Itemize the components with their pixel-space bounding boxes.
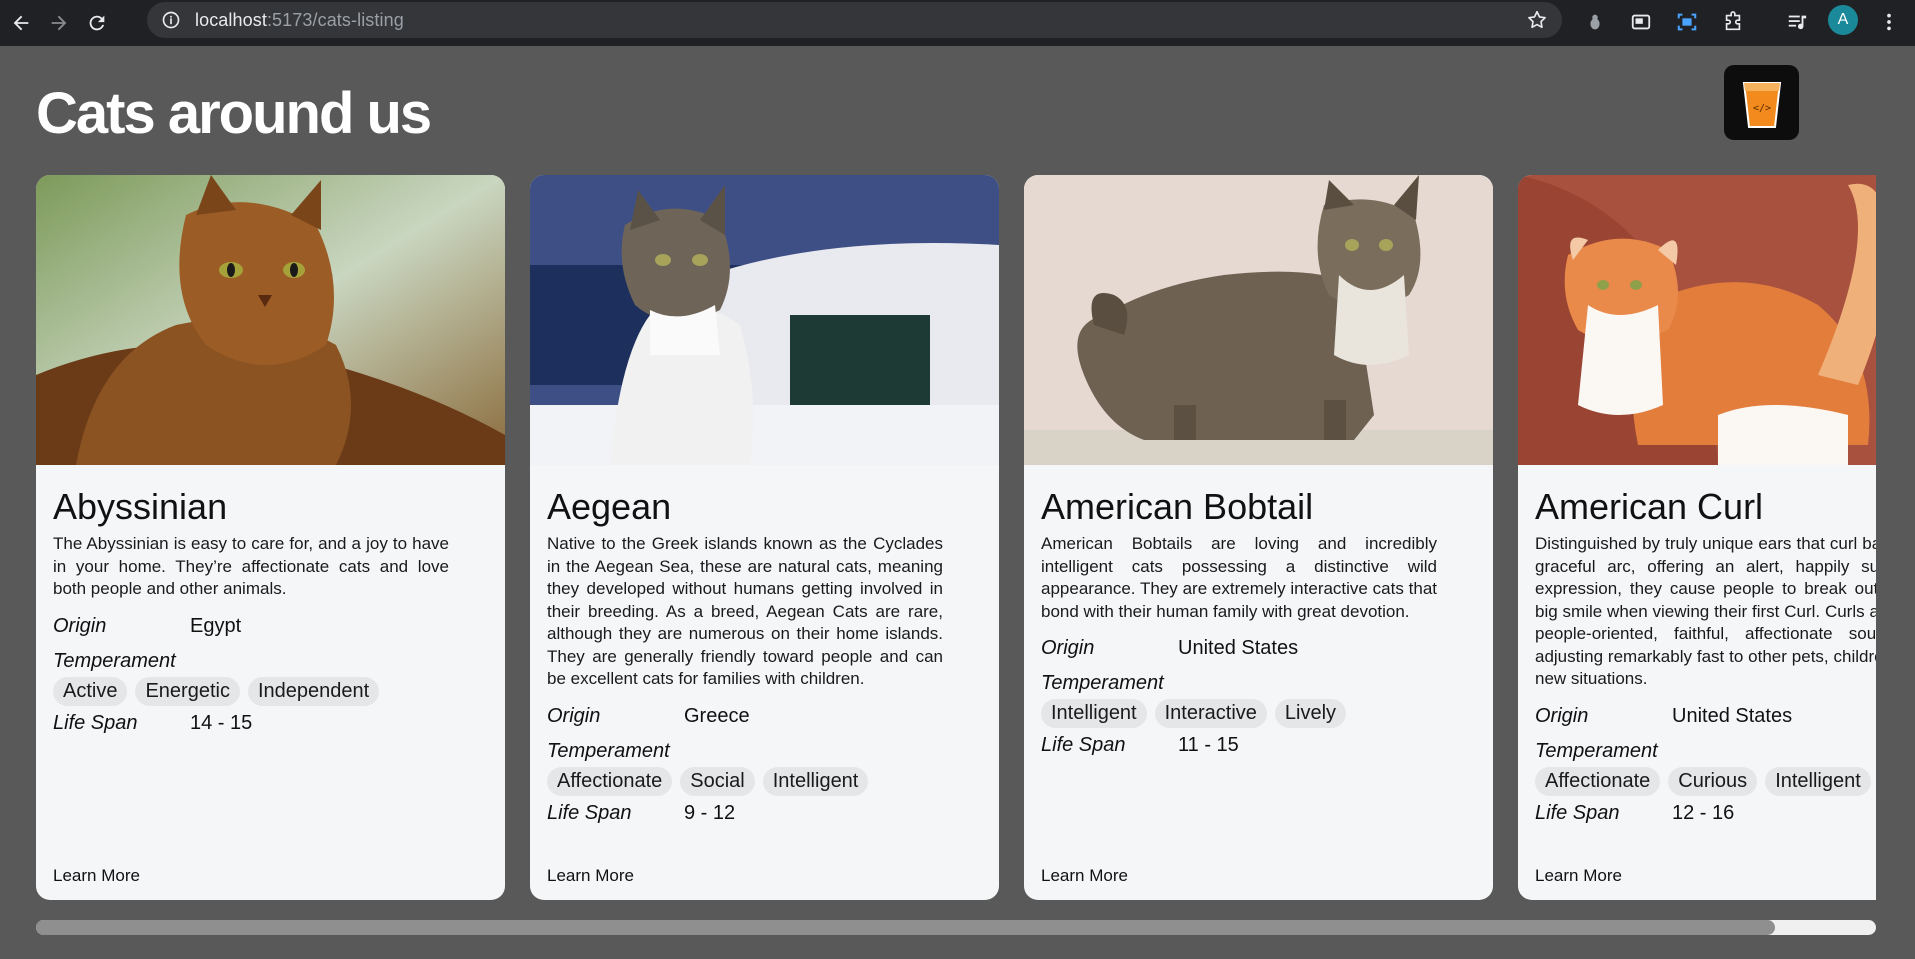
back-icon[interactable] — [4, 6, 38, 40]
origin-label: Origin — [53, 614, 107, 637]
cat-card: American Curl Distinguished by truly uni… — [1518, 175, 1876, 900]
bookmark-star-icon[interactable] — [1526, 9, 1548, 31]
browser-menu-icon[interactable] — [1872, 5, 1906, 39]
temperament-chip: Intelligent — [1041, 699, 1147, 728]
origin-value: United States — [1178, 637, 1299, 659]
screenshot-extension-icon[interactable] — [1670, 5, 1704, 39]
origin-label: Origin — [1041, 637, 1095, 659]
learn-more-link[interactable]: Learn More — [1041, 866, 1128, 886]
scrollbar-thumb[interactable] — [36, 920, 1775, 935]
temperament-label: Temperament — [1041, 672, 1164, 694]
life-span-label: Life Span — [1041, 734, 1126, 756]
life-span-value: 12 - 16 — [1672, 801, 1735, 824]
origin-value: United States — [1672, 704, 1793, 727]
temperament-chips: Intelligent Interactive Lively — [1041, 699, 1437, 728]
life-span-value: 11 - 15 — [1178, 734, 1239, 756]
reload-icon[interactable] — [80, 6, 114, 40]
cat-card: Abyssinian The Abyssinian is easy to car… — [36, 175, 505, 900]
cat-description: The Abyssinian is easy to care for, and … — [53, 534, 449, 598]
temperament-chip: Independent — [247, 676, 380, 706]
origin-label: Origin — [1535, 704, 1589, 727]
profile-avatar[interactable]: A — [1828, 5, 1858, 35]
life-span-value: 14 - 15 — [190, 711, 253, 734]
learn-more-link[interactable]: Learn More — [1535, 866, 1622, 886]
temperament-chips: Affectionate Social Intelligent — [547, 766, 943, 796]
cat-photo-american-curl — [1518, 175, 1876, 465]
origin-value: Greece — [684, 704, 750, 727]
temperament-chips: Active Energetic Independent — [53, 676, 449, 706]
temperament-chip: Interactive — [1154, 699, 1267, 728]
url-text: localhost:5173/cats-listing — [195, 9, 404, 30]
life-span-label: Life Span — [1535, 801, 1620, 824]
cat-name: Aegean — [547, 486, 672, 527]
cat-photo-aegean — [530, 175, 999, 465]
origin-label: Origin — [547, 704, 601, 727]
cat-name: Abyssinian — [53, 486, 228, 527]
temperament-chip: Social — [680, 766, 755, 796]
cat-card: American Bobtail American Bobtails are l… — [1024, 175, 1493, 900]
temperament-chip: Affectionate — [547, 766, 673, 796]
temperament-chip: Lively — [1274, 699, 1347, 728]
temperament-chip: Active — [53, 676, 128, 706]
cats-carousel[interactable]: Abyssinian The Abyssinian is easy to car… — [36, 175, 1876, 900]
site-info-icon[interactable] — [161, 10, 181, 30]
cat-description: American Bobtails are loving and incredi… — [1041, 534, 1437, 621]
temperament-chip: Curious — [1668, 766, 1758, 796]
extension-bug-icon[interactable] — [1578, 5, 1612, 39]
temperament-chip: Intelligent — [762, 766, 869, 796]
extensions-puzzle-icon[interactable] — [1716, 5, 1750, 39]
cat-photo-abyssinian — [36, 175, 505, 465]
temperament-chip: Intelligent — [1765, 766, 1871, 796]
horizontal-scrollbar[interactable] — [36, 920, 1876, 935]
cat-name: American Curl — [1535, 486, 1764, 527]
temperament-chips: Affectionate Curious Intelligent — [1535, 766, 1876, 796]
cat-photo-american-bobtail — [1024, 175, 1493, 465]
temperament-chip: Energetic — [135, 676, 240, 706]
temperament-label: Temperament — [1535, 739, 1658, 762]
page-title: Cats around us — [36, 81, 432, 146]
cat-card: Aegean Native to the Greek islands known… — [530, 175, 999, 900]
cat-name: American Bobtail — [1041, 486, 1314, 527]
life-span-value: 9 - 12 — [684, 801, 736, 824]
app-logo[interactable]: </> — [1724, 65, 1799, 140]
learn-more-link[interactable]: Learn More — [547, 866, 634, 886]
cat-description: Native to the Greek islands known as the… — [547, 534, 943, 688]
learn-more-link[interactable]: Learn More — [53, 866, 140, 886]
temperament-label: Temperament — [53, 649, 176, 672]
forward-icon[interactable] — [42, 6, 76, 40]
browser-toolbar: localhost:5173/cats-listing A — [0, 0, 1915, 46]
origin-value: Egypt — [190, 614, 242, 637]
code-cup-logo-icon: </> — [1742, 81, 1781, 128]
life-span-label: Life Span — [53, 711, 138, 734]
cat-description: Distinguished by truly unique ears that … — [1535, 534, 1876, 688]
svg-text:</>: </> — [1752, 103, 1770, 114]
temperament-chip: Affectionate — [1535, 766, 1661, 796]
life-span-label: Life Span — [547, 801, 632, 824]
address-bar[interactable]: localhost:5173/cats-listing — [147, 2, 1562, 38]
media-controls-icon[interactable] — [1780, 5, 1814, 39]
temperament-label: Temperament — [547, 739, 670, 762]
extension-window-icon[interactable] — [1624, 5, 1658, 39]
